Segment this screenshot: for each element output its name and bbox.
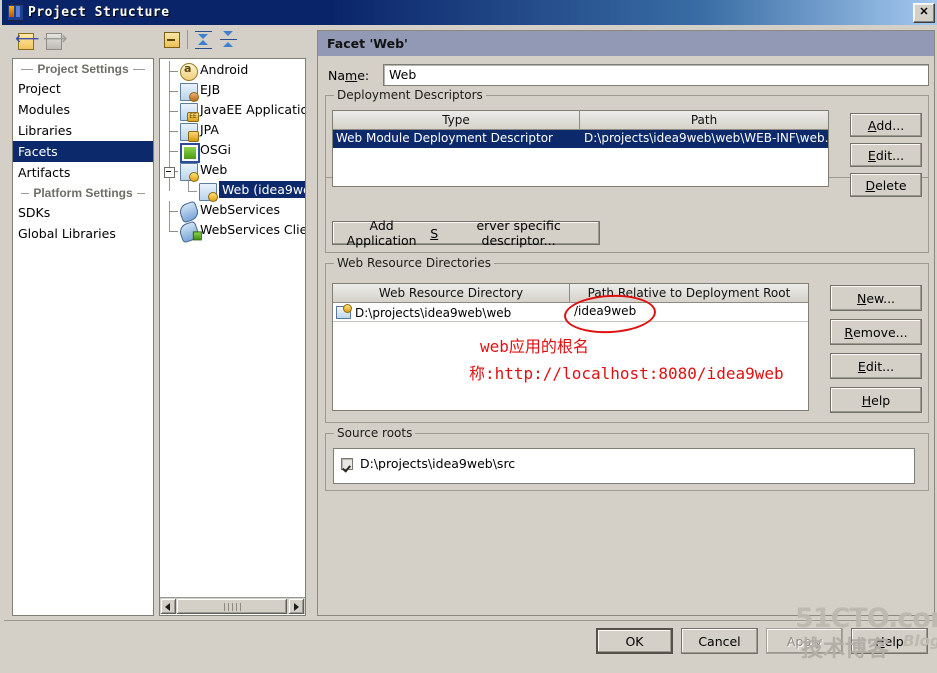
annotation-line-2: 称:http://localhost:8080/idea9web: [469, 364, 784, 383]
remove-directory-button[interactable]: Remove...: [830, 319, 922, 345]
back-arrow-icon[interactable]: ⟵: [15, 30, 39, 50]
web-resource-directories-title: Web Resource Directories: [334, 256, 494, 270]
facet-name-row: Name: Web: [325, 64, 929, 88]
facet-detail-pane: Facet 'Web' Name: Web Deployment Descrip…: [317, 30, 935, 616]
tree-node-label: Android: [200, 62, 249, 77]
sidebar-item-modules[interactable]: Modules: [13, 99, 153, 120]
osgi-icon: [180, 143, 200, 163]
sidebar-item-global-libraries[interactable]: Global Libraries: [13, 223, 153, 244]
scrollbar-thumb[interactable]: [177, 599, 287, 614]
cell-web-resource-directory: D:\projects\idea9web\web: [355, 305, 512, 320]
tree-node-webservices[interactable]: WebServices: [160, 200, 305, 224]
tree-node-label: Web: [200, 162, 228, 177]
facet-header-title: Facet 'Web': [327, 36, 408, 51]
tree-node-ejb[interactable]: EJB: [160, 81, 305, 102]
scroll-left-icon[interactable]: [161, 599, 176, 614]
cancel-button[interactable]: Cancel: [681, 628, 758, 654]
chevron-collapse-icon[interactable]: [164, 167, 175, 178]
new-directory-button[interactable]: New...: [830, 285, 922, 311]
cell-path-relative: /idea9web: [574, 304, 637, 318]
close-icon[interactable]: ✕: [913, 3, 935, 23]
webservices-client-icon: [177, 220, 201, 244]
javaee-icon: [180, 103, 199, 122]
tree-horizontal-scrollbar[interactable]: [160, 597, 305, 614]
table-row[interactable]: D:\projects\idea9web\web /idea9web: [333, 303, 808, 322]
sidebar-group-platform-settings: Platform Settings: [13, 183, 153, 202]
tree-node-jpa[interactable]: JPA: [160, 121, 305, 142]
title-bar: Project Structure ✕: [2, 0, 937, 25]
tree-node-label: JavaEE Application: [200, 102, 305, 117]
source-root-checkbox[interactable]: [341, 458, 353, 470]
help-button[interactable]: Help: [851, 628, 928, 654]
web-icon: [180, 163, 199, 182]
sidebar-item-project[interactable]: Project: [13, 78, 153, 99]
column-header-web-resource-directory[interactable]: Web Resource Directory: [333, 284, 570, 303]
footer-separator: [4, 620, 935, 621]
tree-node-android[interactable]: Android: [160, 61, 305, 81]
tree-node-web[interactable]: Web: [160, 161, 305, 182]
source-roots-title: Source roots: [334, 426, 416, 440]
source-root-label: D:\projects\idea9web\src: [360, 456, 516, 471]
sidebar-item-libraries[interactable]: Libraries: [13, 120, 153, 141]
column-header-path-relative[interactable]: Path Relative to Deployment Root: [570, 284, 808, 303]
window-title: Project Structure: [28, 5, 170, 20]
collapse-icon[interactable]: [164, 32, 180, 48]
sidebar-item-facets[interactable]: Facets: [13, 141, 153, 162]
web-icon: [199, 183, 218, 202]
sidebar-group-project-settings: Project Settings: [13, 59, 153, 78]
help-directory-button[interactable]: Help: [830, 387, 922, 413]
tree-node-osgi[interactable]: OSGi: [160, 141, 305, 163]
tree-node-label: JPA: [200, 122, 219, 137]
edit-directory-button[interactable]: Edit...: [830, 353, 922, 379]
facet-name-input[interactable]: Web: [383, 64, 929, 86]
scroll-right-icon[interactable]: [289, 599, 304, 614]
deployment-descriptors-group-frame: [325, 95, 929, 253]
facet-tree-panel[interactable]: Android EJB JavaEE Application: [159, 58, 306, 616]
source-roots-group: Source roots D:\projects\idea9web\src: [325, 426, 929, 491]
tree-node-label: WebServices: [200, 202, 280, 217]
facet-tree-scroll: Android EJB JavaEE Application: [160, 59, 305, 615]
android-icon: [180, 62, 198, 81]
jpa-icon: [180, 123, 199, 142]
collapse-all-icon[interactable]: [219, 31, 238, 49]
tree-node-javaee-application[interactable]: JavaEE Application: [160, 101, 305, 122]
toolbar-separator: [187, 30, 188, 49]
facet-name-label: Name:: [328, 68, 370, 83]
sidebar-item-artifacts[interactable]: Artifacts: [13, 162, 153, 183]
folder-icon: [336, 304, 352, 319]
idea-logo-icon: [7, 4, 24, 21]
project-structure-dialog: Project Structure ✕ ⟵ ⟶ Project Settings…: [0, 0, 937, 673]
apply-button: Apply: [766, 628, 843, 654]
web-resource-directories-group: Web Resource Directories Web Resource Di…: [325, 256, 929, 423]
facet-header: Facet 'Web': [318, 31, 934, 56]
tree-node-web-idea9web[interactable]: Web (idea9web): [160, 181, 305, 202]
footer-button-bar: OK Cancel Apply Help: [2, 628, 937, 662]
tree-node-label: WebServices Client: [200, 222, 305, 237]
expand-all-icon[interactable]: [194, 31, 213, 49]
settings-sidebar[interactable]: Project Settings Project Modules Librari…: [12, 58, 154, 616]
dialog-window: Project Structure ✕ ⟵ ⟶ Project Settings…: [0, 0, 937, 673]
table-header-row: Web Resource Directory Path Relative to …: [333, 284, 808, 303]
tree-node-label: Web (idea9web): [219, 181, 305, 198]
ejb-icon: [180, 83, 199, 102]
facet-tree: Android EJB JavaEE Application: [160, 61, 305, 244]
tree-node-label: EJB: [200, 82, 221, 97]
tree-node-label: OSGi: [200, 142, 231, 157]
sidebar-item-sdks[interactable]: SDKs: [13, 202, 153, 223]
source-roots-list[interactable]: D:\projects\idea9web\src: [333, 448, 915, 484]
tree-node-webservices-client[interactable]: WebServices Client: [160, 220, 305, 244]
ok-button[interactable]: OK: [596, 628, 673, 654]
annotation-line-1: web应用的根名: [480, 337, 589, 356]
forward-arrow-icon: ⟶: [43, 29, 68, 50]
